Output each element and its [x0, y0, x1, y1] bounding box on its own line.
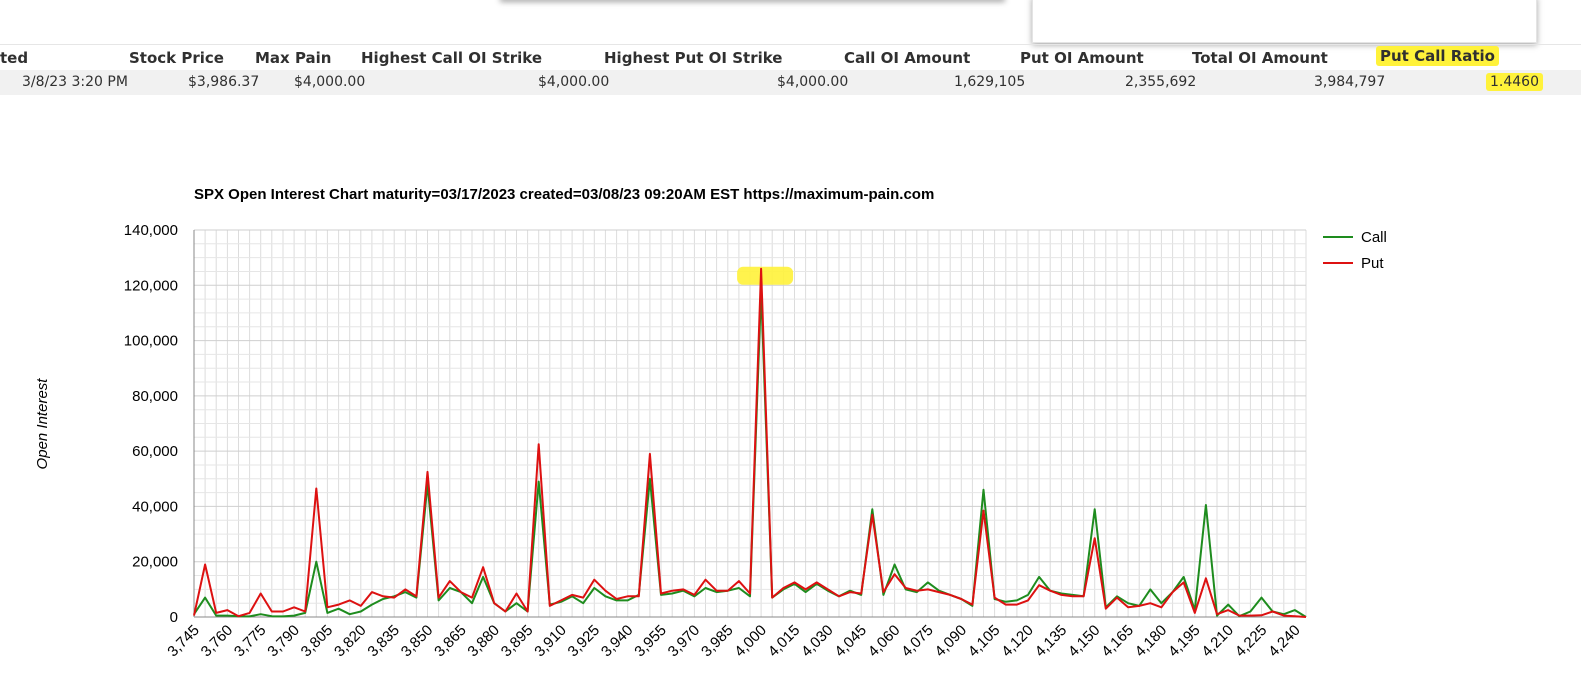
x-tick-label: 3,910 — [531, 622, 570, 661]
y-tick-label: 20,000 — [132, 554, 178, 571]
x-tick-label: 3,895 — [498, 622, 537, 661]
x-tick-label: 3,820 — [331, 622, 370, 661]
chart-axes: 0 20,000 40,000 60,000 80,000 100,000 120,000 1… — [124, 222, 1306, 660]
x-tick-label: 3,955 — [631, 622, 670, 661]
y-tick-label: 80,000 — [132, 388, 178, 405]
x-tick-label: 3,970 — [665, 622, 704, 661]
x-tick-label: 4,225 — [1232, 622, 1271, 661]
x-tick-label: 4,075 — [898, 622, 937, 661]
x-tick-label: 4,165 — [1098, 622, 1137, 661]
x-tick-label: 4,060 — [865, 622, 904, 661]
x-tick-label: 4,195 — [1165, 622, 1204, 661]
x-tick-label: 3,850 — [398, 622, 437, 661]
y-tick-label: 120,000 — [124, 277, 178, 294]
x-tick-label: 3,835 — [364, 622, 403, 661]
x-tick-label: 3,805 — [298, 622, 337, 661]
x-tick-label: 4,135 — [1032, 622, 1071, 661]
chart-legend[interactable]: Call Put — [1323, 229, 1387, 272]
x-tick-label: 4,240 — [1265, 622, 1304, 661]
chart-grid — [193, 229, 1307, 618]
x-tick-label: 3,985 — [698, 622, 737, 661]
x-tick-label: 3,865 — [431, 622, 470, 661]
legend-label-call: Call — [1361, 229, 1387, 246]
x-tick-label: 4,120 — [998, 622, 1037, 661]
x-tick-label: 4,180 — [1132, 622, 1171, 661]
x-tick-label: 4,150 — [1065, 622, 1104, 661]
y-axis-label: Open Interest — [34, 378, 51, 470]
y-tick-label: 60,000 — [132, 443, 178, 460]
x-tick-label: 3,940 — [598, 622, 637, 661]
x-tick-label: 3,760 — [198, 622, 237, 661]
x-tick-label: 3,790 — [264, 622, 303, 661]
y-tick-label: 40,000 — [132, 498, 178, 515]
y-tick-label: 140,000 — [124, 222, 178, 239]
x-tick-label: 4,000 — [731, 622, 770, 661]
x-tick-label: 4,015 — [765, 622, 804, 661]
x-tick-label: 4,090 — [932, 622, 971, 661]
x-tick-label: 4,030 — [798, 622, 837, 661]
y-tick-label: 0 — [170, 609, 178, 626]
peak-highlight-marker — [737, 266, 794, 285]
x-tick-label: 3,925 — [565, 622, 604, 661]
open-interest-chart: 0 20,000 40,000 60,000 80,000 100,000 120,000 1… — [34, 222, 1387, 660]
x-tick-label: 4,210 — [1198, 622, 1237, 661]
peak-highlight — [737, 266, 794, 285]
legend-label-put: Put — [1361, 255, 1384, 272]
y-tick-label: 100,000 — [124, 333, 178, 350]
x-tick-label: 4,105 — [965, 622, 1004, 661]
x-tick-label: 3,775 — [231, 622, 270, 661]
x-tick-label: 3,880 — [464, 622, 503, 661]
x-tick-label: 4,045 — [831, 622, 870, 661]
x-tick-label: 3,745 — [164, 622, 203, 661]
